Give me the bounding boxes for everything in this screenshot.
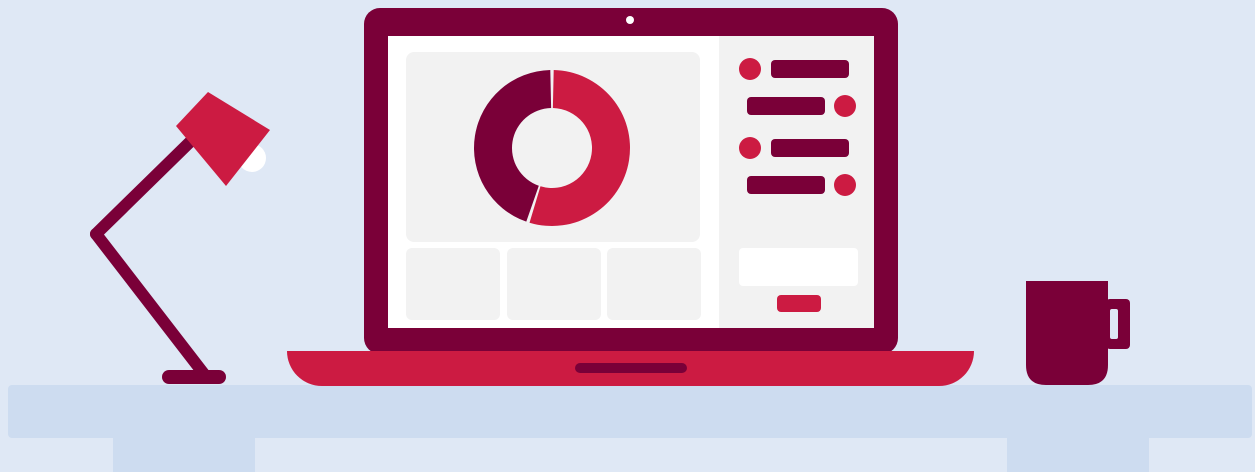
mini-card-2 <box>507 248 601 320</box>
chart-card <box>406 52 700 242</box>
mini-card-3 <box>607 248 701 320</box>
list-line-placeholder <box>747 176 825 194</box>
desk-leg-right <box>1007 438 1149 472</box>
list-bullet-icon <box>834 95 856 117</box>
camera-icon <box>626 16 634 24</box>
list-line-placeholder <box>771 60 849 78</box>
laptop-screen <box>388 36 874 328</box>
dashboard-main-panel <box>388 36 717 328</box>
list-bullet-icon <box>739 137 761 159</box>
laptop-notch <box>575 363 687 373</box>
desk-leg-left <box>113 438 255 472</box>
list-line-placeholder <box>747 97 825 115</box>
input-placeholder <box>739 248 858 286</box>
button-placeholder <box>777 295 821 312</box>
list-line-placeholder <box>771 139 849 157</box>
coffee-mug-icon <box>1026 281 1130 385</box>
mini-card-1 <box>406 248 500 320</box>
dashboard-side-panel <box>719 36 874 328</box>
donut-chart-icon <box>474 70 630 227</box>
list-bullet-icon <box>739 58 761 80</box>
desk-surface <box>8 385 1252 438</box>
list-bullet-icon <box>834 174 856 196</box>
desk-scene-illustration <box>0 0 1255 472</box>
desk-lamp-icon <box>90 92 270 384</box>
